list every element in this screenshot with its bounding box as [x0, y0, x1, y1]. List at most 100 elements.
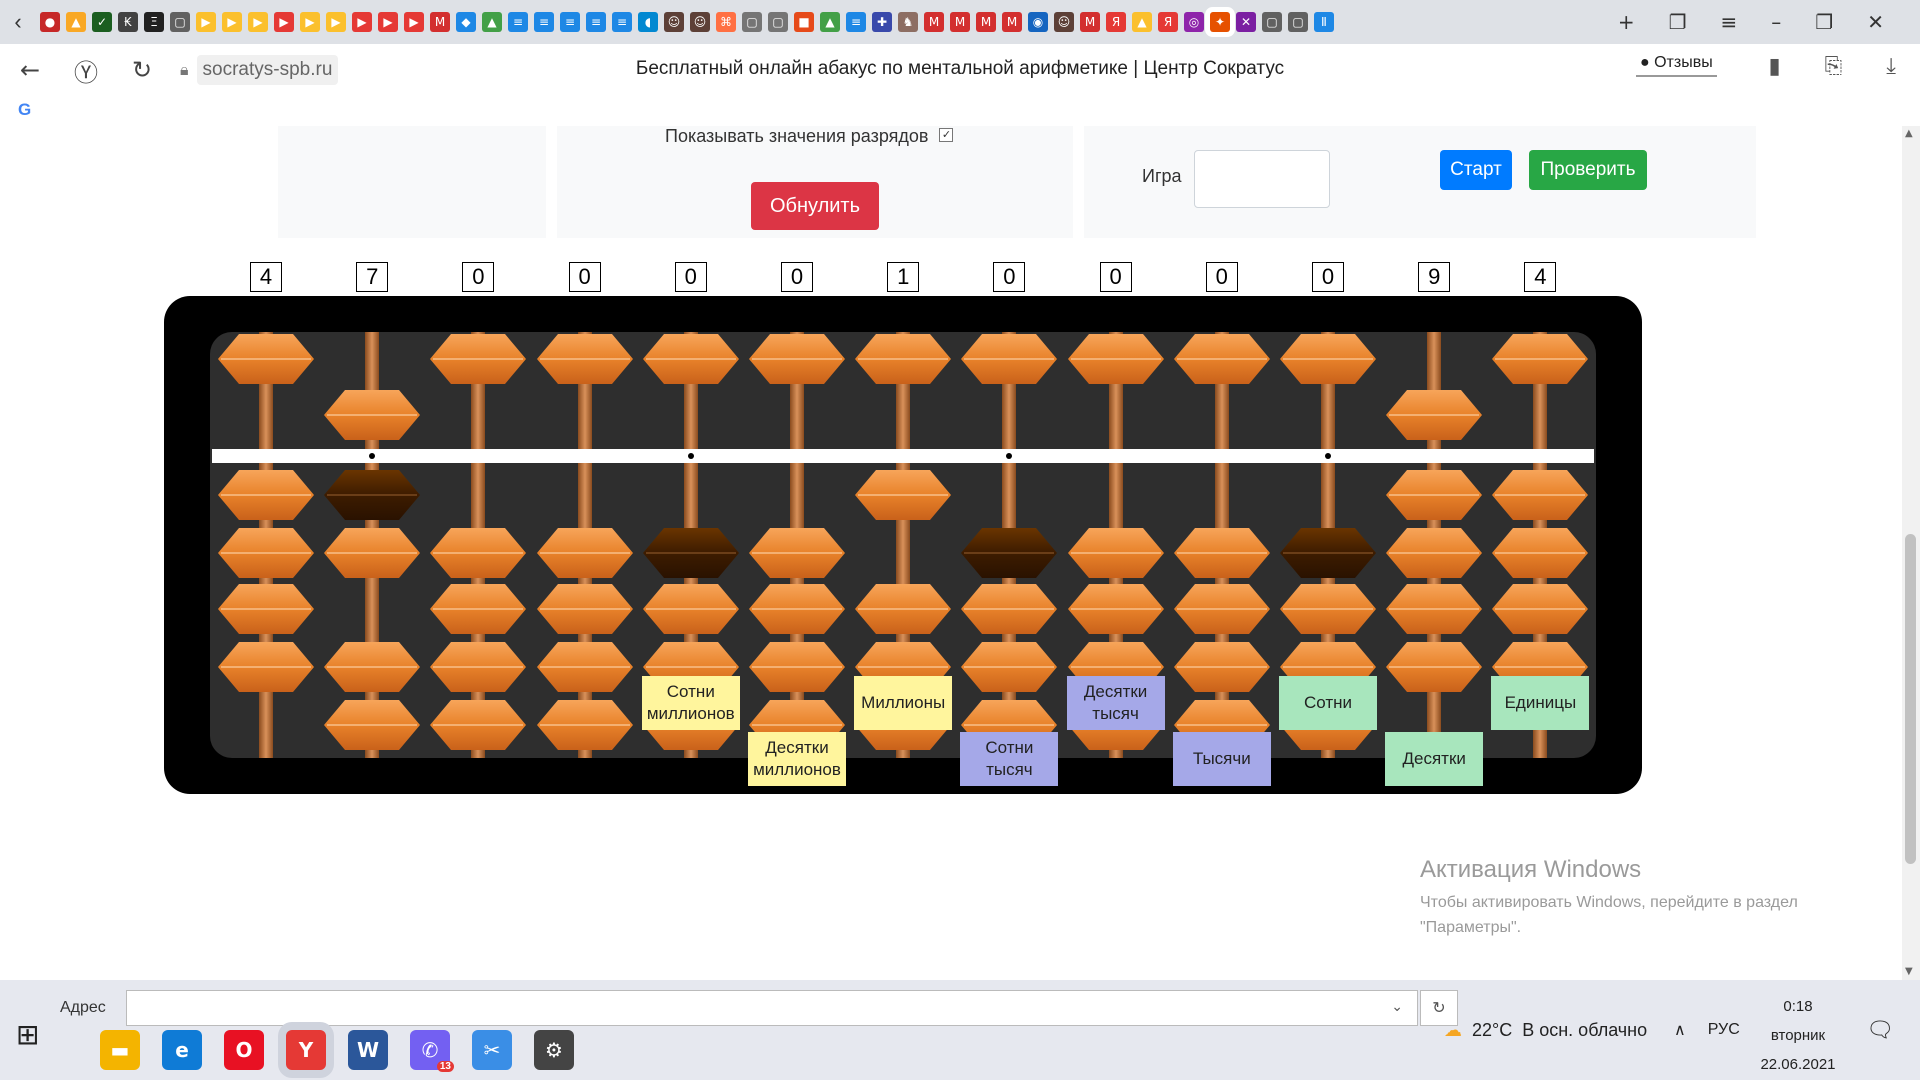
bookmark-icon[interactable]: ▮: [1769, 54, 1781, 79]
lower-bead[interactable]: [217, 582, 315, 636]
lower-bead[interactable]: [854, 468, 952, 522]
system-clock[interactable]: 0:18 вторник 22.06.2021: [1758, 992, 1838, 1079]
show-digits-checkbox[interactable]: ✓: [939, 128, 954, 143]
tab-icon-33[interactable]: ✚: [872, 12, 892, 32]
lower-bead[interactable]: [323, 698, 421, 752]
tab-icon-28[interactable]: ▢: [742, 12, 762, 32]
reviews-button[interactable]: ● Отзывы: [1636, 54, 1717, 77]
tab-icon-7[interactable]: ▶: [196, 12, 216, 32]
lower-bead[interactable]: [1385, 468, 1483, 522]
lower-bead[interactable]: [1385, 526, 1483, 580]
back-arrow-icon[interactable]: ←: [10, 56, 50, 84]
close-icon[interactable]: ✕: [1867, 10, 1884, 34]
restore-icon[interactable]: ❐: [1815, 10, 1833, 34]
tab-icon-44[interactable]: Я: [1158, 12, 1178, 32]
google-icon[interactable]: G: [18, 100, 31, 120]
tab-icon-2[interactable]: ▲: [66, 12, 86, 32]
settings-icon[interactable]: ⚙: [534, 1030, 574, 1070]
upper-bead[interactable]: [1067, 332, 1165, 386]
weather-widget[interactable]: ☁ 22°C В осн. облачно: [1444, 1020, 1647, 1041]
scroll-down-icon[interactable]: ▼: [1905, 966, 1913, 977]
start-button[interactable]: Старт: [1440, 150, 1512, 190]
tab-icon-14[interactable]: ▶: [378, 12, 398, 32]
tab-icon-49[interactable]: ▢: [1288, 12, 1308, 32]
edge-icon[interactable]: e: [162, 1030, 202, 1070]
lower-bead[interactable]: [1173, 640, 1271, 694]
lower-bead[interactable]: [536, 526, 634, 580]
tab-icon-25[interactable]: ☺: [664, 12, 684, 32]
tray-chevron-up-icon[interactable]: ∧: [1674, 1020, 1686, 1039]
lower-bead[interactable]: [642, 526, 740, 580]
tab-icon-41[interactable]: M: [1080, 12, 1100, 32]
reset-button[interactable]: Обнулить: [751, 182, 879, 230]
tab-scroll-left-icon[interactable]: ‹: [0, 9, 36, 35]
lower-bead[interactable]: [323, 640, 421, 694]
tab-icon-30[interactable]: ■: [794, 12, 814, 32]
upper-bead[interactable]: [429, 332, 527, 386]
tab-icon-18[interactable]: ▲: [482, 12, 502, 32]
yandex-browser-icon[interactable]: Y: [286, 1030, 326, 1070]
reload-icon[interactable]: ↻: [122, 56, 162, 84]
lower-bead[interactable]: [217, 640, 315, 694]
tab-icon-36[interactable]: M: [950, 12, 970, 32]
tab-icon-20[interactable]: ≡: [534, 12, 554, 32]
yandex-icon[interactable]: Ⓨ: [66, 53, 106, 88]
upper-bead[interactable]: [748, 332, 846, 386]
tab-icon-45[interactable]: ◎: [1184, 12, 1204, 32]
tab-icon-29[interactable]: ▢: [768, 12, 788, 32]
upper-bead[interactable]: [960, 332, 1058, 386]
lower-bead[interactable]: [429, 526, 527, 580]
upper-bead[interactable]: [642, 332, 740, 386]
tab-icon-39[interactable]: ◉: [1028, 12, 1048, 32]
download-icon[interactable]: ⤓: [1886, 54, 1896, 79]
lower-bead[interactable]: [429, 582, 527, 636]
upper-bead[interactable]: [1385, 388, 1483, 442]
taskbar-address-input[interactable]: ⌄: [126, 990, 1418, 1026]
tab-icon-24[interactable]: ◖: [638, 12, 658, 32]
lower-bead[interactable]: [642, 582, 740, 636]
lower-bead[interactable]: [217, 468, 315, 522]
lower-bead[interactable]: [1491, 468, 1589, 522]
site-domain[interactable]: socratys-spb.ru: [196, 55, 339, 85]
lower-bead[interactable]: [1491, 582, 1589, 636]
lower-bead[interactable]: [1385, 640, 1483, 694]
lower-bead[interactable]: [536, 582, 634, 636]
upper-bead[interactable]: [323, 388, 421, 442]
upper-bead[interactable]: [1491, 332, 1589, 386]
scroll-up-icon[interactable]: ▲: [1905, 128, 1913, 139]
upper-bead[interactable]: [854, 332, 952, 386]
lower-bead[interactable]: [960, 640, 1058, 694]
lower-bead[interactable]: [748, 526, 846, 580]
lower-bead[interactable]: [1279, 526, 1377, 580]
tab-icon-48[interactable]: ▢: [1262, 12, 1282, 32]
new-tab-button[interactable]: +: [1618, 10, 1635, 34]
lower-bead[interactable]: [960, 582, 1058, 636]
tab-icon-13[interactable]: ▶: [352, 12, 372, 32]
tab-icon-8[interactable]: ▶: [222, 12, 242, 32]
opera-icon[interactable]: O: [224, 1030, 264, 1070]
lower-bead[interactable]: [323, 526, 421, 580]
tab-icon-34[interactable]: ♞: [898, 12, 918, 32]
notification-icon[interactable]: 🗨︎: [1866, 1018, 1894, 1043]
lower-bead[interactable]: [217, 526, 315, 580]
tab-icon-16[interactable]: M: [430, 12, 450, 32]
language-indicator[interactable]: РУС: [1708, 1021, 1740, 1039]
tab-icon-9[interactable]: ▶: [248, 12, 268, 32]
lower-bead[interactable]: [748, 640, 846, 694]
lower-bead[interactable]: [1067, 582, 1165, 636]
lower-bead[interactable]: [748, 582, 846, 636]
tab-icon-50[interactable]: Ⅱ: [1314, 12, 1334, 32]
menu-icon[interactable]: ≡: [1721, 10, 1738, 34]
tab-icon-23[interactable]: ≡: [612, 12, 632, 32]
tab-icon-10[interactable]: ▶: [274, 12, 294, 32]
lower-bead[interactable]: [1385, 582, 1483, 636]
tab-icon-15[interactable]: ▶: [404, 12, 424, 32]
windows-start-icon[interactable]: ⊞: [16, 1018, 39, 1051]
tab-icon-5[interactable]: Ξ: [144, 12, 164, 32]
tab-icon-37[interactable]: M: [976, 12, 996, 32]
lower-bead[interactable]: [429, 698, 527, 752]
minimize-icon[interactable]: –: [1771, 10, 1781, 34]
tab-icon-1[interactable]: ●: [40, 12, 60, 32]
snipping-tool-icon[interactable]: ✂: [472, 1030, 512, 1070]
tab-icon-21[interactable]: ≡: [560, 12, 580, 32]
